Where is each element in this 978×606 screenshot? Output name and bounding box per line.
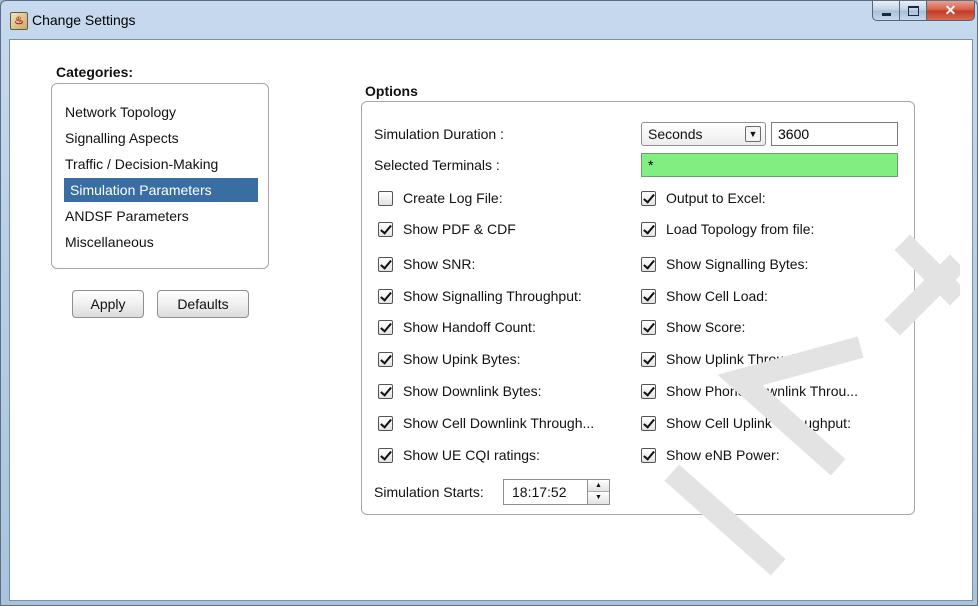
simulation-starts-value[interactable]: 18:17:52 <box>512 484 567 500</box>
checkbox-label: Output to Excel: <box>666 190 766 206</box>
checkbox-icon[interactable] <box>378 383 393 399</box>
checkbox-label: Show PDF & CDF <box>403 221 516 237</box>
checkbox-show-cell-uplink-throughput[interactable]: Show Cell Uplink Throughput: <box>641 412 851 434</box>
simulation-starts-label: Simulation Starts: <box>374 484 484 500</box>
checkbox-label: Show Score: <box>666 319 746 335</box>
checkbox-icon[interactable] <box>378 415 393 431</box>
category-traffic-decision-making[interactable]: Traffic / Decision-Making <box>65 152 218 176</box>
categories-list[interactable]: Network Topology Signalling Aspects Traf… <box>51 83 269 269</box>
checkbox-label: Show Upink Bytes: <box>403 351 521 367</box>
checkbox-show-pdf-cdf[interactable]: Show PDF & CDF <box>378 218 516 240</box>
dropdown-arrow-icon: ▼ <box>745 126 761 142</box>
checkbox-icon[interactable] <box>641 256 656 272</box>
checkbox-label: Show Signalling Throughput: <box>403 288 582 304</box>
minimize-button[interactable] <box>872 1 900 21</box>
title-bar[interactable]: ♨ Change Settings ✕ <box>1 1 977 39</box>
category-miscellaneous[interactable]: Miscellaneous <box>65 230 154 254</box>
close-button[interactable]: ✕ <box>927 1 975 21</box>
checkbox-icon[interactable] <box>378 190 393 206</box>
category-signalling-aspects[interactable]: Signalling Aspects <box>65 126 179 150</box>
checkbox-label: Show eNB Power: <box>666 447 780 463</box>
apply-button[interactable]: Apply <box>72 290 144 318</box>
checkbox-icon[interactable] <box>641 319 656 335</box>
checkbox-show-uplink-throughput[interactable]: Show Uplink Throughput: <box>641 348 823 370</box>
selected-terminals-label: Selected Terminals : <box>374 157 500 173</box>
checkbox-icon[interactable] <box>378 256 393 272</box>
categories-label: Categories: <box>56 64 134 80</box>
checkbox-label: Show Cell Load: <box>666 288 768 304</box>
category-andsf-parameters[interactable]: ANDSF Parameters <box>65 204 189 228</box>
checkbox-create-log-file[interactable]: Create Log File: <box>378 187 503 209</box>
defaults-button[interactable]: Defaults <box>157 290 249 318</box>
checkbox-icon[interactable] <box>641 447 656 463</box>
checkbox-show-enb-power[interactable]: Show eNB Power: <box>641 444 780 466</box>
checkbox-icon[interactable] <box>378 221 393 237</box>
checkbox-icon[interactable] <box>641 351 656 367</box>
checkbox-icon[interactable] <box>641 221 656 237</box>
spinner-up-icon[interactable]: ▲ <box>588 480 609 492</box>
checkbox-label: Show Downlink Bytes: <box>403 383 542 399</box>
checkbox-show-handoff-count[interactable]: Show Handoff Count: <box>378 316 536 338</box>
checkbox-icon[interactable] <box>641 383 656 399</box>
checkbox-show-upink-bytes[interactable]: Show Upink Bytes: <box>378 348 521 370</box>
checkbox-label: Show Phone Downlink Throu... <box>666 383 858 399</box>
checkbox-icon[interactable] <box>641 288 656 304</box>
checkbox-show-score[interactable]: Show Score: <box>641 316 745 338</box>
window-title: Change Settings <box>32 12 136 28</box>
checkbox-show-cell-downlink-throughput[interactable]: Show Cell Downlink Through... <box>378 412 594 434</box>
duration-value-input[interactable] <box>771 122 898 146</box>
window-controls: ✕ <box>872 1 975 23</box>
checkbox-show-cell-load[interactable]: Show Cell Load: <box>641 285 768 307</box>
checkbox-icon[interactable] <box>641 190 656 206</box>
checkbox-icon[interactable] <box>378 351 393 367</box>
checkbox-show-signalling-throughput[interactable]: Show Signalling Throughput: <box>378 285 582 307</box>
simulation-duration-label: Simulation Duration : <box>374 126 504 142</box>
checkbox-show-downlink-bytes[interactable]: Show Downlink Bytes: <box>378 380 542 402</box>
checkbox-label: Show Cell Downlink Through... <box>403 415 595 431</box>
category-network-topology[interactable]: Network Topology <box>65 100 176 124</box>
checkbox-label: Show Signalling Bytes: <box>666 256 809 272</box>
duration-unit-value: Seconds <box>648 126 703 142</box>
checkbox-icon[interactable] <box>378 447 393 463</box>
minimize-icon <box>881 12 891 16</box>
spinner-buttons: ▲ ▼ <box>587 480 609 504</box>
checkbox-label: Show SNR: <box>403 256 476 272</box>
checkbox-icon[interactable] <box>641 415 656 431</box>
maximize-button[interactable] <box>900 1 927 21</box>
checkbox-show-ue-cqi-ratings[interactable]: Show UE CQI ratings: <box>378 444 540 466</box>
checkbox-show-signalling-bytes[interactable]: Show Signalling Bytes: <box>641 253 808 275</box>
duration-unit-select[interactable]: Seconds ▼ <box>641 122 766 146</box>
checkbox-label: Show Uplink Throughput: <box>666 351 823 367</box>
java-app-icon: ♨ <box>10 12 28 30</box>
checkbox-show-snr[interactable]: Show SNR: <box>378 253 475 275</box>
checkbox-label: Show Cell Uplink Throughput: <box>666 415 851 431</box>
checkbox-load-topology-from-file[interactable]: Load Topology from file: <box>641 218 814 240</box>
checkbox-icon[interactable] <box>378 288 393 304</box>
checkbox-label: Create Log File: <box>403 190 503 206</box>
checkbox-show-phone-downlink-throughput[interactable]: Show Phone Downlink Throu... <box>641 380 858 402</box>
simulation-starts-spinner[interactable]: 18:17:52 ▲ ▼ <box>503 479 610 505</box>
maximize-icon <box>907 5 919 16</box>
close-icon: ✕ <box>944 2 957 18</box>
checkbox-icon[interactable] <box>378 319 393 335</box>
checkbox-label: Show UE CQI ratings: <box>403 447 540 463</box>
category-simulation-parameters[interactable]: Simulation Parameters <box>64 178 258 202</box>
checkbox-label: Show Handoff Count: <box>403 319 536 335</box>
checkbox-output-to-excel[interactable]: Output to Excel: <box>641 187 766 209</box>
checkbox-label: Load Topology from file: <box>666 221 815 237</box>
options-label: Options <box>365 83 418 99</box>
selected-terminals-input[interactable] <box>641 153 898 177</box>
spinner-down-icon[interactable]: ▼ <box>588 492 609 504</box>
